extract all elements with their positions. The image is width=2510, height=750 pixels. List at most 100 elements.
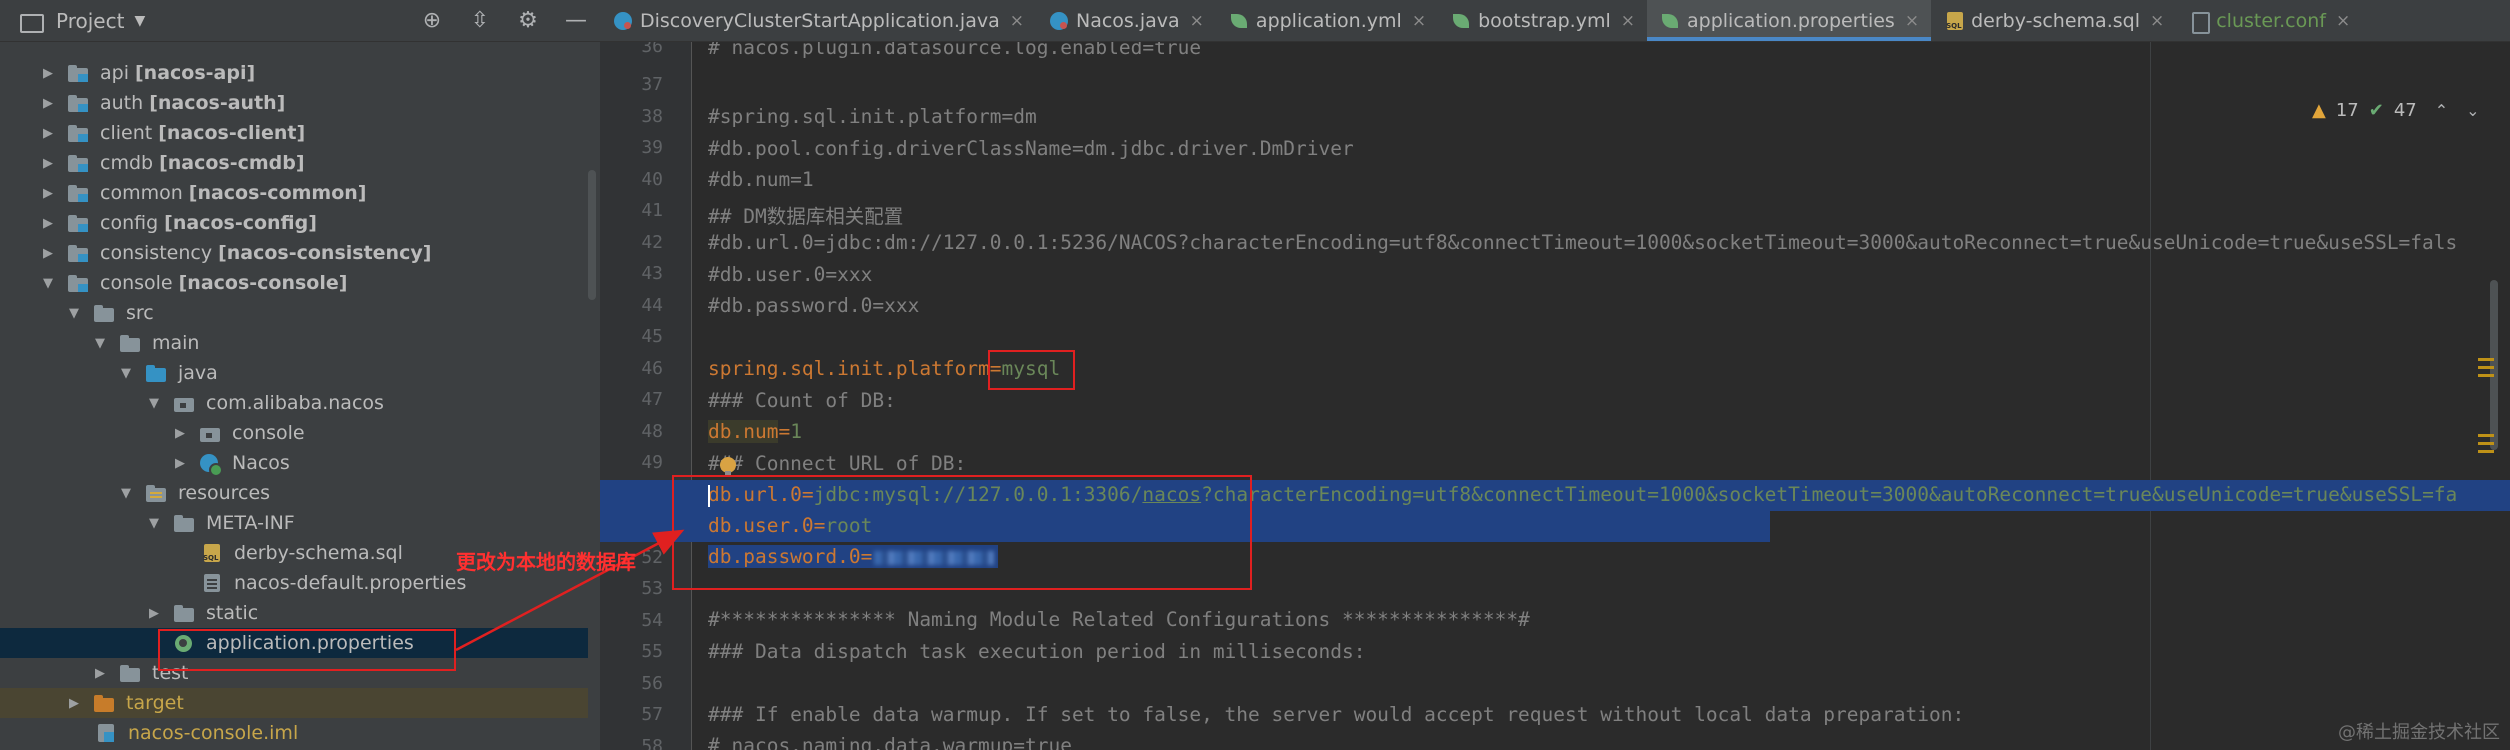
warning-stripe-marker[interactable] bbox=[2478, 442, 2494, 445]
tree-item-label: console bbox=[100, 272, 173, 294]
tree-item-meta-inf[interactable]: ▼ META-INF bbox=[0, 508, 588, 538]
expand-arrow-icon[interactable]: ▶ bbox=[66, 696, 82, 711]
tab-application-properties[interactable]: application.properties × bbox=[1647, 0, 1932, 41]
tree-item-common[interactable]: ▶ common [nacos-common] bbox=[0, 178, 588, 208]
tab-nacos-java[interactable]: Nacos.java × bbox=[1036, 0, 1216, 41]
close-icon[interactable]: × bbox=[1010, 11, 1024, 31]
tab-discovery-cluster-start-application[interactable]: DiscoveryClusterStartApplication.java × bbox=[600, 0, 1036, 41]
tree-item-target[interactable]: ▶ target bbox=[0, 688, 588, 718]
tree-item-api[interactable]: ▶ api [nacos-api] bbox=[0, 58, 588, 88]
collapse-icon[interactable]: ⇳ bbox=[468, 10, 492, 32]
tab-bootstrap-yml[interactable]: bootstrap.yml × bbox=[1438, 0, 1647, 41]
code-line-57[interactable]: ### If enable data warmup. If set to fal… bbox=[600, 700, 2510, 731]
project-panel-toolbar: ⊕ ⇳ ⚙ — bbox=[420, 0, 588, 42]
spring-boot-class-icon bbox=[200, 454, 223, 477]
code-line-40[interactable]: #db.num=1 bbox=[600, 165, 2510, 196]
editor-tab-bar: DiscoveryClusterStartApplication.java × … bbox=[600, 0, 2510, 42]
tree-item-resources[interactable]: ▼ resources bbox=[0, 478, 588, 508]
warning-stripe-marker[interactable] bbox=[2478, 374, 2494, 377]
tree-item-label: target bbox=[126, 692, 184, 714]
tab-derby-schema-sql[interactable]: derby-schema.sql × bbox=[1931, 0, 2176, 41]
tree-item-java[interactable]: ▼ java bbox=[0, 358, 588, 388]
expand-arrow-icon[interactable]: ▶ bbox=[40, 126, 56, 141]
expand-arrow-icon[interactable]: ▶ bbox=[40, 246, 56, 261]
code-line-36[interactable]: # nacos.plugin.datasource.log.enabled=tr… bbox=[600, 42, 2510, 64]
minimize-icon[interactable]: — bbox=[564, 10, 588, 32]
expand-arrow-icon[interactable]: ▶ bbox=[40, 96, 56, 111]
tree-item-console-package[interactable]: ▶ console bbox=[0, 418, 588, 448]
expand-arrow-icon[interactable]: ▶ bbox=[40, 156, 56, 171]
expand-arrow-icon[interactable]: ▼ bbox=[118, 486, 134, 501]
tab-label: Nacos.java bbox=[1075, 9, 1180, 32]
code-line-47[interactable]: ### Count of DB: bbox=[600, 386, 2510, 417]
editor-scrollbar[interactable] bbox=[2490, 280, 2498, 450]
gear-icon[interactable]: ⚙ bbox=[516, 10, 540, 32]
module-folder-icon bbox=[68, 214, 90, 232]
code-line-38[interactable]: #spring.sql.init.platform=dm bbox=[600, 102, 2510, 133]
tree-item-main[interactable]: ▼ main bbox=[0, 328, 588, 358]
code-line-41[interactable]: ## DM数据库相关配置 bbox=[600, 197, 2510, 228]
expand-arrow-icon[interactable]: ▼ bbox=[146, 396, 162, 411]
expand-arrow-icon[interactable]: ▶ bbox=[146, 606, 162, 621]
next-highlight-icon[interactable]: ⌄ bbox=[2466, 101, 2479, 120]
chevron-down-icon[interactable]: ▼ bbox=[134, 13, 145, 29]
tree-item-nacos-console-iml[interactable]: ▶ nacos-console.iml bbox=[0, 718, 588, 748]
tab-application-yml[interactable]: application.yml × bbox=[1216, 0, 1438, 41]
code-editor[interactable]: 36 37 38 39 40 41 42 43 44 45 46 47 48 4… bbox=[600, 42, 2510, 750]
lightbulb-icon[interactable] bbox=[720, 457, 736, 475]
previous-highlight-icon[interactable]: ⌃ bbox=[2435, 101, 2448, 120]
code-line-55[interactable]: ### Data dispatch task execution period … bbox=[600, 637, 2510, 668]
code-line-43[interactable]: #db.user.0=xxx bbox=[600, 260, 2510, 291]
tree-item-static[interactable]: ▶ static bbox=[0, 598, 588, 628]
project-tree-scrollbar[interactable] bbox=[588, 170, 596, 300]
close-icon[interactable]: × bbox=[1190, 11, 1204, 31]
tree-item-consistency[interactable]: ▶ consistency [nacos-consistency] bbox=[0, 238, 588, 268]
expand-arrow-icon[interactable]: ▶ bbox=[172, 426, 188, 441]
expand-arrow-icon[interactable]: ▼ bbox=[118, 366, 134, 381]
expand-arrow-icon[interactable]: ▼ bbox=[66, 306, 82, 321]
inspection-widget[interactable]: ▲ 17 ✔ 47 ⌃ ⌄ bbox=[2312, 100, 2480, 121]
tree-item-auth[interactable]: ▶ auth [nacos-auth] bbox=[0, 88, 588, 118]
close-icon[interactable]: × bbox=[1621, 11, 1635, 31]
folder-icon bbox=[174, 514, 196, 532]
warning-stripe-marker[interactable] bbox=[2478, 450, 2494, 453]
code-line-39[interactable]: #db.pool.config.driverClassName=dm.jdbc.… bbox=[600, 134, 2510, 165]
resources-folder-icon bbox=[146, 484, 168, 502]
module-folder-icon bbox=[68, 274, 90, 292]
tree-item-module: [nacos-api] bbox=[134, 62, 256, 84]
code-line-54[interactable]: #*************** Naming Module Related C… bbox=[600, 605, 2510, 636]
expand-arrow-icon[interactable]: ▼ bbox=[92, 336, 108, 351]
spring-leaf-icon bbox=[1452, 12, 1470, 30]
close-icon[interactable]: × bbox=[2336, 11, 2350, 31]
code-line-58[interactable]: # nacos.naming.data.warmup=true bbox=[600, 731, 2510, 750]
expand-arrow-icon[interactable]: ▼ bbox=[146, 516, 162, 531]
comment-text: #db.num=1 bbox=[708, 168, 814, 191]
tab-cluster-conf[interactable]: cluster.conf × bbox=[2176, 0, 2362, 41]
comment-text: #db.password.0=xxx bbox=[708, 294, 920, 317]
close-icon[interactable]: × bbox=[1905, 11, 1919, 31]
expand-arrow-icon[interactable]: ▶ bbox=[40, 66, 56, 81]
tree-item-cmdb[interactable]: ▶ cmdb [nacos-cmdb] bbox=[0, 148, 588, 178]
expand-arrow-icon[interactable]: ▶ bbox=[40, 186, 56, 201]
warning-stripe-marker[interactable] bbox=[2478, 358, 2494, 361]
tree-item-com-alibaba-nacos[interactable]: ▼ com.alibaba.nacos bbox=[0, 388, 588, 418]
expand-arrow-icon[interactable]: ▶ bbox=[40, 216, 56, 231]
expand-arrow-icon[interactable]: ▼ bbox=[40, 276, 56, 291]
target-icon[interactable]: ⊕ bbox=[420, 10, 444, 32]
project-view-title[interactable]: Project bbox=[56, 9, 124, 33]
warning-stripe-marker[interactable] bbox=[2478, 366, 2494, 369]
tree-item-nacos-class[interactable]: ▶ Nacos bbox=[0, 448, 588, 478]
expand-arrow-icon[interactable]: ▶ bbox=[92, 666, 108, 681]
tree-item-src[interactable]: ▼ src bbox=[0, 298, 588, 328]
warning-stripe-marker[interactable] bbox=[2478, 434, 2494, 437]
expand-arrow-icon[interactable]: ▶ bbox=[172, 456, 188, 471]
tree-item-config[interactable]: ▶ config [nacos-config] bbox=[0, 208, 588, 238]
close-icon[interactable]: × bbox=[2150, 11, 2164, 31]
tree-item-console-module[interactable]: ▼ console [nacos-console] bbox=[0, 268, 588, 298]
close-icon[interactable]: × bbox=[1412, 11, 1426, 31]
code-line-48[interactable]: db.num=1 bbox=[600, 417, 2510, 448]
tree-item-client[interactable]: ▶ client [nacos-client] bbox=[0, 118, 588, 148]
code-line-42[interactable]: #db.url.0=jdbc:dm://127.0.0.1:5236/NACOS… bbox=[600, 228, 2510, 259]
code-line-46[interactable]: spring.sql.init.platform=mysql bbox=[600, 354, 2510, 385]
code-line-44[interactable]: #db.password.0=xxx bbox=[600, 291, 2510, 322]
